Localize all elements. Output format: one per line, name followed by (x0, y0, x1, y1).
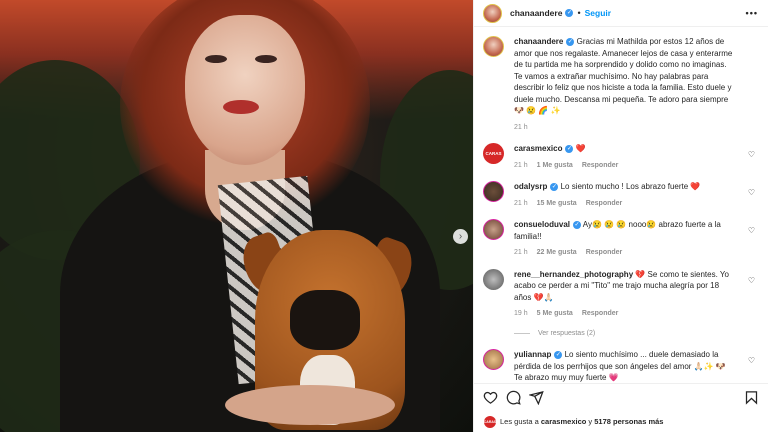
verified-badge-icon: ✓ (566, 38, 575, 46)
photo-hand (225, 385, 395, 425)
comment-time: 19 h (514, 310, 528, 317)
comment-username[interactable]: odalysrp (514, 182, 547, 191)
likes-prefix: Les gusta a (500, 417, 539, 426)
caption-text: Gracias mi Mathilda por estos 12 años de… (514, 37, 733, 115)
more-options-icon[interactable]: ••• (746, 8, 758, 18)
view-replies-label[interactable]: Ver respuestas (2) (538, 328, 595, 340)
comment-text: ❤️ (575, 144, 586, 153)
comment-time: 21 h (514, 161, 528, 169)
avatar[interactable] (483, 219, 504, 240)
next-arrow-icon[interactable]: › (453, 229, 468, 244)
photo-dog-muzzle (290, 290, 360, 350)
likes-middle: y (588, 417, 593, 426)
comment-item: consueloduval ✓ Ay😢 😢 😢 nooo😢 abrazo fuer… (483, 219, 758, 259)
comment-username[interactable]: yuliannap (514, 350, 551, 359)
heart-icon[interactable]: ♡ (748, 275, 755, 287)
separator-dot: • (577, 8, 581, 18)
comment-item: CARAS carasmexico ✓ ❤️ 21 h 1 Me gusta Resp… (483, 143, 758, 171)
comment-likes[interactable]: 1 Me gusta (537, 162, 573, 169)
view-replies-button[interactable]: Ver respuestas (2) (514, 328, 758, 340)
verified-badge-icon: ✓ (573, 221, 582, 229)
comment-item: rene__hernandez_photography 💔 Se como te… (483, 268, 758, 320)
comment-likes[interactable]: 15 Me gusta (537, 200, 577, 207)
comment-time: 21 h (514, 199, 528, 207)
comment-likes[interactable]: 5 Me gusta (537, 310, 573, 317)
heart-icon[interactable]: ♡ (748, 149, 755, 161)
comment-text: Lo siento mucho ! Los abrazo fuerte ❤️ (560, 182, 701, 191)
comment-likes[interactable]: 22 Me gusta (537, 249, 577, 256)
avatar[interactable] (483, 36, 504, 57)
comment-username[interactable]: carasmexico (514, 144, 562, 153)
heart-icon[interactable]: ♡ (748, 187, 755, 199)
avatar[interactable] (483, 349, 504, 370)
reply-button[interactable]: Responder (582, 310, 619, 317)
post-viewer: › chanaandere ✓ • Seguir ••• chanaandere… (0, 0, 768, 432)
reply-button[interactable]: Responder (586, 200, 623, 207)
avatar[interactable]: CARAS (483, 143, 504, 164)
comment-time: 21 h (514, 249, 528, 256)
post-header: chanaandere ✓ • Seguir ••• (474, 0, 768, 27)
author-username[interactable]: chanaandere (510, 8, 562, 18)
heart-icon[interactable] (483, 390, 498, 405)
heart-icon[interactable]: ♡ (748, 225, 755, 237)
likes-count[interactable]: 5178 personas más (594, 417, 663, 426)
post-side-panel: chanaandere ✓ • Seguir ••• chanaandere ✓ … (473, 0, 768, 432)
photo-woman-face (185, 15, 305, 165)
comment-username[interactable]: rene__hernandez_photography (514, 270, 633, 279)
verified-badge-icon: ✓ (554, 351, 563, 359)
photo-lips (223, 100, 259, 114)
replies-divider (514, 332, 530, 334)
heart-icon[interactable]: ♡ (748, 355, 755, 367)
likes-user[interactable]: carasmexico (541, 417, 586, 426)
verified-badge-icon: ✓ (565, 145, 574, 153)
bookmark-icon[interactable] (744, 390, 759, 405)
comment-item: odalysrp ✓ Lo siento mucho ! Los abrazo f… (483, 181, 758, 209)
comments-list[interactable]: chanaandere ✓ Gracias mi Mathilda por est… (474, 27, 768, 383)
avatar[interactable] (483, 3, 502, 23)
caption-username[interactable]: chanaandere (514, 37, 563, 46)
caption-time: 21 h (514, 123, 528, 131)
action-bar (474, 383, 768, 411)
photo-eye (255, 55, 277, 63)
avatar[interactable] (483, 181, 504, 202)
comment-username[interactable]: consueloduval (514, 220, 570, 229)
comment-icon[interactable] (506, 390, 521, 405)
photo-eye (205, 55, 227, 63)
reply-button[interactable]: Responder (586, 249, 623, 256)
reply-button[interactable]: Responder (582, 162, 619, 169)
avatar[interactable] (483, 268, 504, 290)
comment-item: yuliannap ✓ Lo siento muchísimo ... duele… (483, 349, 758, 383)
share-icon[interactable] (529, 390, 544, 405)
follow-button[interactable]: Seguir (585, 8, 611, 18)
likes-summary: CARAS Les gusta a carasmexico y 5178 per… (474, 411, 768, 432)
verified-badge-icon: ✓ (550, 183, 559, 191)
verified-badge-icon: ✓ (565, 9, 574, 17)
post-photo[interactable]: › (0, 0, 473, 432)
avatar[interactable]: CARAS (484, 415, 496, 428)
caption: chanaandere ✓ Gracias mi Mathilda por est… (483, 36, 758, 133)
